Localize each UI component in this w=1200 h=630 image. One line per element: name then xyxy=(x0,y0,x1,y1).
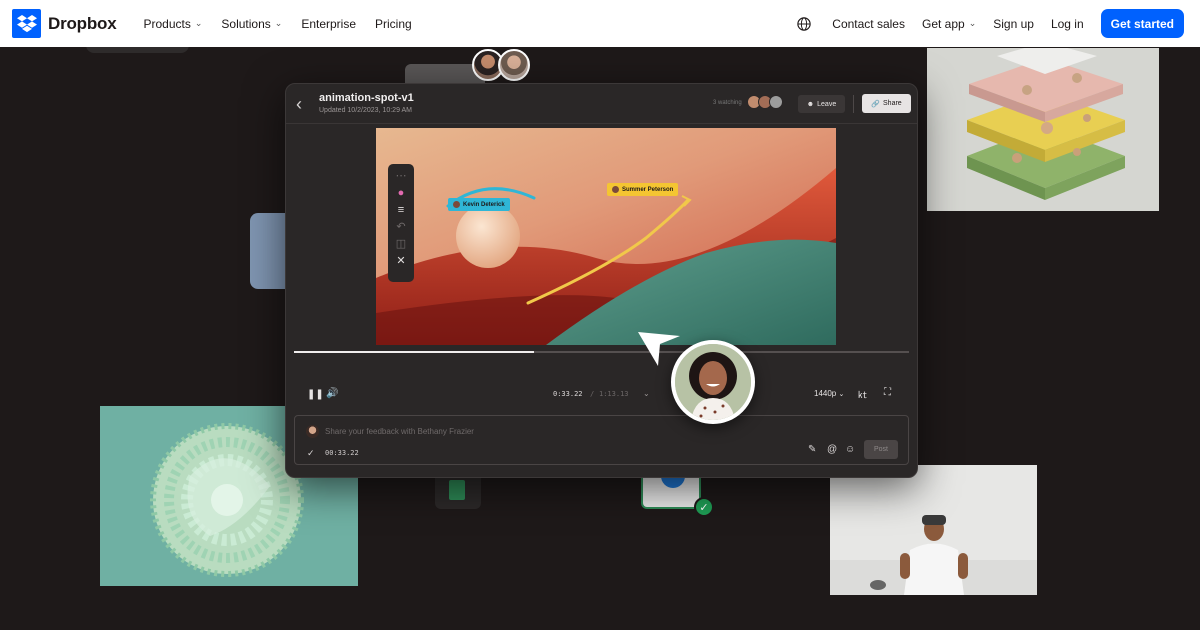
watching-count: 3 watching xyxy=(713,100,742,106)
nav-get-app-label: Get app xyxy=(921,16,965,31)
annotation-toolbar: ⋯ ● ≡ ↶ ◫ ✕ xyxy=(388,164,414,282)
playback-progress-bar[interactable] xyxy=(294,351,909,353)
nav-products-label: Products xyxy=(143,16,191,31)
chevron-down-icon[interactable]: ⌄ xyxy=(643,389,650,398)
nav-sign-up[interactable]: Sign up xyxy=(993,17,1034,31)
top-navigation: Dropbox Products ⌄ Solutions ⌄ Enterpris… xyxy=(0,0,1200,47)
avatar xyxy=(498,49,530,81)
globe-icon[interactable] xyxy=(797,16,811,31)
nav-log-in[interactable]: Log in xyxy=(1051,17,1084,31)
file-updated: Updated 10/2/2023, 10:29 AM xyxy=(319,107,413,114)
quality-selector[interactable]: 1440p ⌄ xyxy=(814,389,844,398)
vr-headset-person-image xyxy=(830,465,1037,595)
nav-get-app[interactable]: Get app ⌄ xyxy=(922,17,976,31)
person-icon: ☻ xyxy=(806,100,815,108)
trash-icon[interactable]: ◫ xyxy=(396,237,406,252)
captions-icon[interactable]: ㏏ xyxy=(858,388,867,401)
nav-pricing-label: Pricing xyxy=(375,16,412,31)
chevron-down-icon: ⌄ xyxy=(838,391,845,398)
collaborator-avatars xyxy=(472,49,530,81)
close-icon[interactable]: ✕ xyxy=(396,254,405,269)
stroke-width-icon[interactable]: ≡ xyxy=(398,203,404,218)
brand-logo[interactable]: Dropbox xyxy=(12,9,117,38)
chevron-down-icon: ⌄ xyxy=(968,18,977,28)
undo-icon[interactable]: ↶ xyxy=(396,220,405,235)
mention-icon[interactable]: @ xyxy=(827,444,837,455)
annotation-tag-kevin: Kevin Deterick xyxy=(448,198,510,211)
nav-right-group: Contact sales Get app ⌄ Sign up Log in G… xyxy=(797,9,1188,38)
avatar xyxy=(612,186,619,193)
dropbox-logo-icon xyxy=(12,9,41,38)
total-time: 1:13.13 xyxy=(599,390,629,398)
chevron-down-icon: ⌄ xyxy=(274,18,283,28)
nav-solutions[interactable]: Solutions ⌄ xyxy=(221,17,282,31)
nav-log-in-label: Log in xyxy=(1050,16,1084,31)
color-picker-icon[interactable]: ● xyxy=(398,186,405,201)
quality-label: 1440p xyxy=(814,389,837,398)
stacked-blocks-image xyxy=(927,48,1159,211)
pause-icon[interactable]: ❚❚ xyxy=(307,389,324,400)
fullscreen-icon[interactable]: ⛶ xyxy=(884,387,891,398)
nav-pricing[interactable]: Pricing xyxy=(375,17,412,31)
share-button[interactable]: 🔗 Share xyxy=(862,94,911,113)
chevron-down-icon: ⌄ xyxy=(194,18,203,28)
avatar xyxy=(453,201,460,208)
divider xyxy=(853,95,854,113)
leave-button[interactable]: ☻ Leave xyxy=(798,95,845,113)
nav-contact-sales-label: Contact sales xyxy=(832,16,905,31)
post-button[interactable]: Post xyxy=(864,440,898,459)
annotation-author: Kevin Deterick xyxy=(463,201,505,208)
background-tile xyxy=(250,213,286,289)
annotation-tag-summer: Summer Peterson xyxy=(607,183,679,196)
draw-icon[interactable]: ✎ xyxy=(808,444,816,455)
nav-enterprise[interactable]: Enterprise xyxy=(301,17,356,31)
nav-solutions-label: Solutions xyxy=(221,16,271,31)
volume-icon[interactable]: 🔊 xyxy=(326,388,338,399)
nav-enterprise-label: Enterprise xyxy=(301,16,357,31)
sheets-file-tile xyxy=(435,478,481,509)
annotation-author: Summer Peterson xyxy=(622,186,674,193)
nav-sign-up-label: Sign up xyxy=(993,16,1034,31)
player-header: ‹ animation-spot-v1 Updated 10/2/2023, 1… xyxy=(286,84,917,124)
comment-composer: Share your feedback with Bethany Frazier… xyxy=(294,415,909,465)
nav-products[interactable]: Products ⌄ xyxy=(143,17,202,31)
presenter-avatar xyxy=(671,340,755,424)
comment-input[interactable]: Share your feedback with Bethany Frazier xyxy=(325,427,474,436)
avatar xyxy=(306,425,319,438)
brand-name: Dropbox xyxy=(48,13,117,33)
spreadsheet-icon xyxy=(449,480,465,500)
link-icon: 🔗 xyxy=(871,100,881,108)
check-icon[interactable]: ✓ xyxy=(307,448,315,459)
avatar xyxy=(769,95,783,109)
file-title: animation-spot-v1 xyxy=(319,92,414,104)
check-icon: ✓ xyxy=(694,497,714,517)
emoji-icon[interactable]: ☺ xyxy=(845,444,855,455)
share-label: Share xyxy=(883,100,902,107)
comment-timestamp: 00:33.22 xyxy=(325,449,359,457)
back-arrow-icon[interactable]: ‹ xyxy=(296,94,302,115)
progress-fill xyxy=(294,351,534,353)
video-review-window: ‹ animation-spot-v1 Updated 10/2/2023, 1… xyxy=(285,83,918,478)
drag-handle-icon[interactable]: ⋯ xyxy=(396,169,407,184)
file-tile xyxy=(641,474,701,509)
watcher-avatars xyxy=(747,95,783,109)
video-frame[interactable] xyxy=(376,128,836,345)
get-started-button[interactable]: Get started xyxy=(1100,9,1184,38)
leave-label: Leave xyxy=(817,100,837,108)
time-separator: / xyxy=(590,390,595,398)
current-time: 0:33.22 xyxy=(553,390,583,398)
nav-contact-sales[interactable]: Contact sales xyxy=(832,17,905,31)
